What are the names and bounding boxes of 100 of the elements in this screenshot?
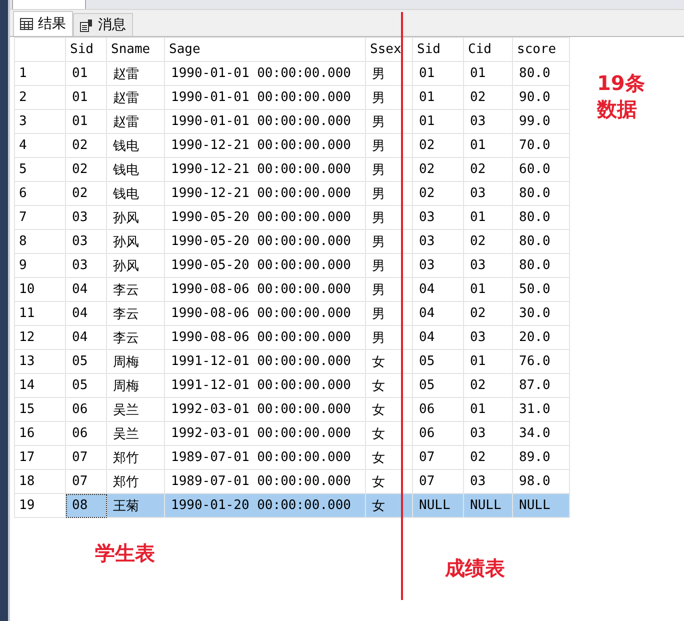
table-cell: 01	[464, 62, 512, 86]
table-cell: 02	[464, 230, 512, 254]
table-cell: 1990-08-06 00:00:00.000	[164, 326, 366, 350]
table-cell: 90.0	[512, 86, 570, 110]
table-cell: 孙风	[106, 254, 164, 278]
table-cell: 05	[66, 374, 106, 398]
column-header[interactable]: Sid	[412, 38, 464, 62]
table-cell: 80.0	[512, 182, 570, 206]
table-cell: 1990-05-20 00:00:00.000	[164, 254, 366, 278]
table-cell: 04	[66, 302, 106, 326]
table-cell: 03	[412, 206, 464, 230]
table-cell: 01	[412, 110, 464, 134]
table-cell: 03	[66, 206, 106, 230]
annotation-text: 学生表	[95, 540, 155, 566]
table-cell: 07	[412, 446, 464, 470]
result-tab[interactable]: 消息	[73, 13, 133, 36]
table-cell: 周梅	[106, 374, 164, 398]
column-header[interactable]: score	[512, 38, 570, 62]
table-cell: 02	[412, 158, 464, 182]
table-cell: 01	[66, 86, 106, 110]
table-cell: 03	[464, 182, 512, 206]
table-cell: 04	[66, 326, 106, 350]
document-icon	[80, 18, 93, 32]
table-cell: 1990-01-01 00:00:00.000	[164, 110, 366, 134]
table-cell: 06	[66, 398, 106, 422]
row-number: 12	[14, 326, 66, 350]
table-cell: 80.0	[512, 62, 570, 86]
table-cell: 李云	[106, 278, 164, 302]
table-cell: 1989-07-01 00:00:00.000	[164, 446, 366, 470]
table-cell: 07	[66, 446, 106, 470]
table-cell: 03	[464, 422, 512, 446]
row-number: 17	[14, 446, 66, 470]
table-cell: 30.0	[512, 302, 570, 326]
table-cell: 34.0	[512, 422, 570, 446]
result-tab[interactable]: 结果	[13, 11, 73, 36]
table-cell: 06	[66, 422, 106, 446]
table-cell: 钱电	[106, 134, 164, 158]
table-cell: 02	[66, 182, 106, 206]
table-cell: 04	[412, 326, 464, 350]
table-cell: 1990-12-21 00:00:00.000	[164, 158, 366, 182]
table-cell: 1992-03-01 00:00:00.000	[164, 398, 366, 422]
table-cell: 钱电	[106, 158, 164, 182]
row-number: 7	[14, 206, 66, 230]
table-cell: 03	[66, 254, 106, 278]
table-cell: 李云	[106, 302, 164, 326]
table-cell: 01	[412, 86, 464, 110]
row-number: 2	[14, 86, 66, 110]
table-cell: 赵雷	[106, 110, 164, 134]
table-cell: 03	[464, 254, 512, 278]
table-cell: 1990-08-06 00:00:00.000	[164, 278, 366, 302]
table-cell: 李云	[106, 326, 164, 350]
table-cell: 05	[66, 350, 106, 374]
table-cell: 1991-12-01 00:00:00.000	[164, 350, 366, 374]
row-number: 4	[14, 134, 66, 158]
row-number: 13	[14, 350, 66, 374]
table-cell: 04	[412, 278, 464, 302]
table-cell: 1992-03-01 00:00:00.000	[164, 422, 366, 446]
table-cell: 1990-12-21 00:00:00.000	[164, 134, 366, 158]
table-cell: 05	[412, 374, 464, 398]
table-cell: 02	[412, 134, 464, 158]
row-number: 1	[14, 62, 66, 86]
column-header[interactable]: Cid	[464, 38, 512, 62]
table-cell: 02	[412, 182, 464, 206]
table-cell: NULL	[464, 494, 512, 518]
table-cell: 02	[66, 158, 106, 182]
row-number: 9	[14, 254, 66, 278]
table-cell: 02	[66, 134, 106, 158]
table-cell: 1990-01-20 00:00:00.000	[164, 494, 366, 518]
table-cell: 01	[464, 278, 512, 302]
table-cell: 周梅	[106, 350, 164, 374]
row-number: 10	[14, 278, 66, 302]
table-cell: 01	[66, 110, 106, 134]
table-cell: 赵雷	[106, 86, 164, 110]
row-number: 15	[14, 398, 66, 422]
grid-icon	[20, 18, 33, 30]
table-cell: 吴兰	[106, 422, 164, 446]
column-header[interactable]: Ssex	[366, 38, 412, 62]
column-header[interactable]: Sname	[106, 38, 164, 62]
table-cell: 吴兰	[106, 398, 164, 422]
table-cell: 70.0	[512, 134, 570, 158]
table-cell: 08	[66, 494, 106, 518]
table-cell: 80.0	[512, 230, 570, 254]
table-cell: 01	[464, 398, 512, 422]
table-cell: 1990-01-01 00:00:00.000	[164, 62, 366, 86]
row-number: 8	[14, 230, 66, 254]
table-cell: 50.0	[512, 278, 570, 302]
table-cell: 06	[412, 398, 464, 422]
table-cell: 04	[412, 302, 464, 326]
row-number: 14	[14, 374, 66, 398]
column-header[interactable]: Sid	[66, 38, 106, 62]
table-cell: 王菊	[106, 494, 164, 518]
corner-header[interactable]	[14, 38, 66, 62]
table-cell: 01	[66, 62, 106, 86]
table-cell: 03	[412, 230, 464, 254]
table-cell: 女	[366, 494, 412, 518]
table-cell: 孙风	[106, 230, 164, 254]
table-cell: 01	[464, 350, 512, 374]
table-cell: 赵雷	[106, 62, 164, 86]
column-header[interactable]: Sage	[164, 38, 366, 62]
table-cell: 80.0	[512, 254, 570, 278]
